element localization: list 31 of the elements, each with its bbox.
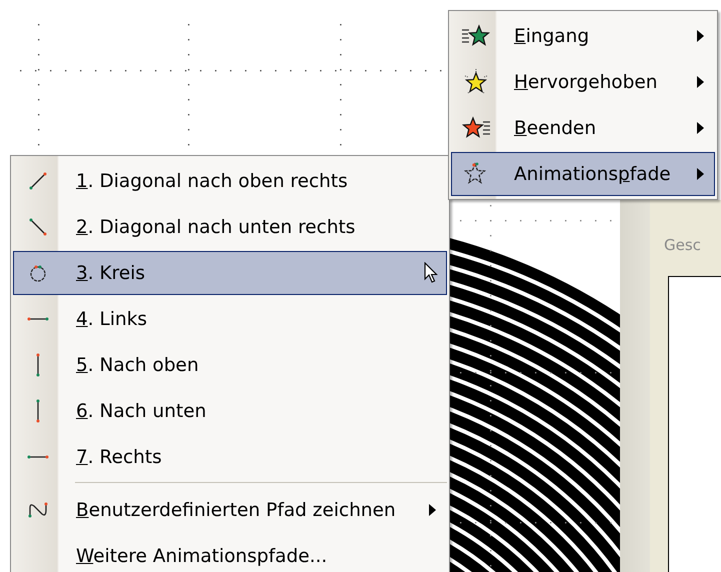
menu-item[interactable]: 7. Rechts [13, 435, 447, 479]
vertical-line-icon [35, 399, 41, 423]
submenu-arrow-icon [429, 504, 436, 516]
menu-item[interactable]: Beenden [451, 106, 715, 150]
submenu-arrow-icon [697, 122, 704, 134]
curve-icon [27, 500, 49, 520]
submenu-arrow-icon [697, 30, 704, 42]
cursor-icon [424, 262, 438, 284]
menu-item[interactable]: 5. Nach oben [13, 343, 447, 387]
horizontal-line-icon [27, 316, 49, 322]
sparkling-star-icon [463, 69, 489, 95]
menu-item[interactable]: 1. Diagonal nach oben rechts [13, 159, 447, 203]
horizontal-line-icon [27, 454, 49, 460]
submenu-arrow-icon [697, 168, 704, 180]
menu-item[interactable]: Hervorgehoben [451, 60, 715, 104]
submenu-arrow-icon [697, 76, 704, 88]
menu-item[interactable]: 4. Links [13, 297, 447, 341]
menu-item[interactable]: Benutzerdefinierten Pfad zeichnen [13, 488, 447, 532]
menu-item[interactable]: Eingang [451, 14, 715, 58]
menu-item[interactable]: 6. Nach unten [13, 389, 447, 433]
star-with-lines-icon [461, 24, 491, 48]
menu-item[interactable]: Animationspfade [451, 152, 715, 196]
star-with-lines-icon [461, 116, 491, 140]
diagonal-line-icon [28, 171, 48, 191]
pane-heading: Gesc [664, 236, 702, 254]
diagonal-line-icon [28, 217, 48, 237]
menu-item[interactable]: 2. Diagonal nach unten rechts [13, 205, 447, 249]
vertical-line-icon [35, 353, 41, 377]
menu-item[interactable]: 3. Kreis [13, 251, 447, 295]
menu-item[interactable]: Weitere Animationspfade... [13, 534, 447, 572]
circle-icon [28, 263, 48, 283]
